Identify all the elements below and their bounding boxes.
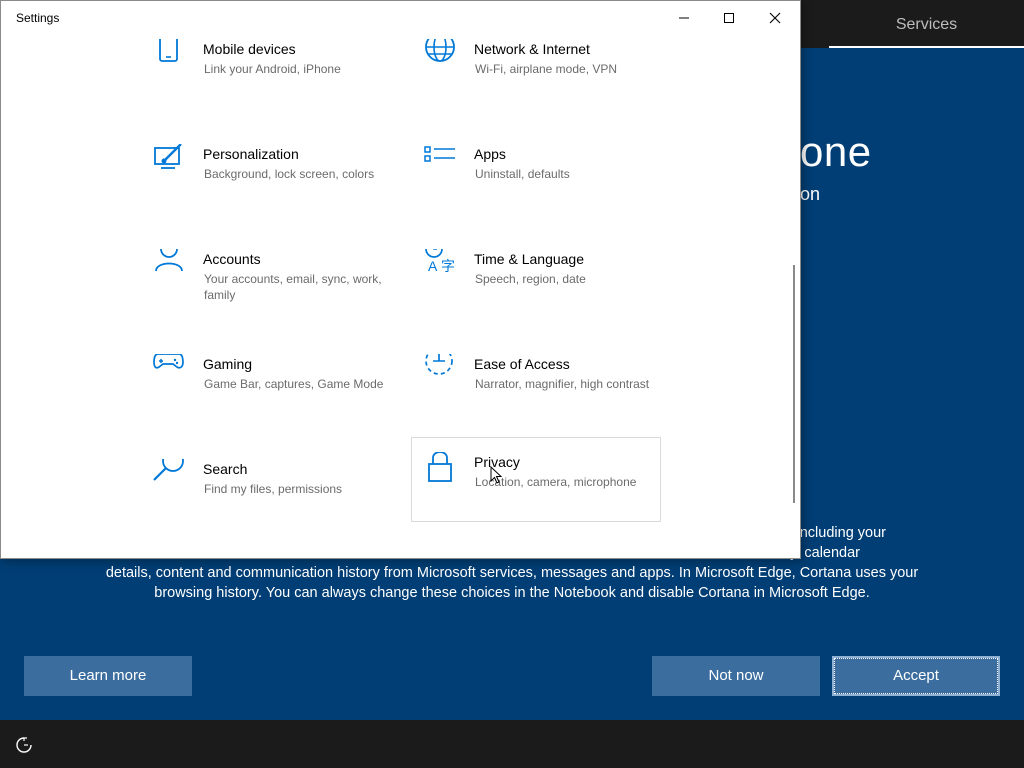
oobe-subheading: on	[800, 184, 821, 204]
tile-description: Background, lock screen, colors	[204, 167, 375, 181]
gamepad-icon	[153, 354, 184, 369]
tile-description: Your accounts, email, sync, work, family	[204, 272, 382, 302]
time-language-icon: A 字	[425, 249, 455, 274]
title-bar[interactable]: Settings	[1, 1, 800, 35]
ease-of-access-icon[interactable]	[14, 735, 34, 755]
globe-icon	[425, 39, 455, 62]
lock-icon	[428, 452, 452, 482]
tile-ease-of-access[interactable]: Ease of Access Narrator, magnifier, high…	[424, 354, 674, 438]
tile-label: Mobile devices	[203, 41, 296, 57]
paint-brush-icon	[154, 144, 182, 169]
tile-description: Link your Android, iPhone	[204, 62, 341, 76]
search-icon	[153, 459, 184, 481]
settings-window: Settings Mobile devices Link your Androi…	[0, 0, 801, 559]
svg-text:A: A	[428, 258, 438, 274]
svg-text:字: 字	[441, 258, 455, 274]
tile-label: Gaming	[203, 356, 253, 372]
tile-network-internet[interactable]: Network & Internet Wi-Fi, airplane mode,…	[424, 39, 674, 123]
tile-mobile-devices[interactable]: Mobile devices Link your Android, iPhone	[153, 39, 403, 123]
tile-label: Time & Language	[474, 251, 584, 267]
tile-description: Game Bar, captures, Game Mode	[204, 377, 384, 391]
tile-search[interactable]: Search Find my files, permissions	[153, 459, 403, 543]
maximize-icon	[724, 13, 734, 23]
oobe-text-line-4: browsing history. You can always change …	[154, 585, 870, 601]
tile-label: Network & Internet	[474, 41, 590, 57]
tile-time-language[interactable]: A 字 Time & Language Speech, region, date	[424, 249, 674, 333]
tile-gaming[interactable]: Gaming Game Bar, captures, Game Mode	[153, 354, 403, 438]
close-icon	[769, 12, 781, 24]
tile-description: Wi-Fi, airplane mode, VPN	[475, 62, 618, 76]
ease-of-access-icon	[425, 354, 453, 375]
tile-description: Speech, region, date	[475, 272, 586, 286]
oobe-text-line-3: details, content and communication histo…	[105, 565, 919, 581]
tile-label: Apps	[474, 146, 506, 162]
apps-list-icon	[424, 146, 455, 162]
tile-label: Accounts	[203, 251, 261, 267]
tile-privacy[interactable]: Privacy Location, camera, microphone	[411, 437, 661, 522]
maximize-button[interactable]	[706, 1, 752, 35]
tile-description: Narrator, magnifier, high contrast	[475, 377, 650, 391]
minimize-button[interactable]	[661, 1, 707, 35]
window-title: Settings	[16, 11, 60, 25]
tab-services[interactable]: Services	[829, 0, 1024, 48]
tile-description: Uninstall, defaults	[475, 167, 570, 181]
tile-label: Personalization	[203, 146, 299, 162]
not-now-button[interactable]: Not now	[652, 656, 820, 696]
tile-description: Find my files, permissions	[204, 482, 343, 496]
person-icon	[155, 249, 183, 272]
phone-icon	[159, 39, 178, 62]
mouse-cursor-icon	[490, 466, 503, 484]
tile-label: Ease of Access	[474, 356, 570, 372]
oobe-bottom-bar	[0, 720, 1024, 768]
tile-label: Search	[203, 461, 248, 477]
minimize-icon	[679, 17, 689, 19]
learn-more-button[interactable]: Learn more	[24, 656, 192, 696]
tile-apps[interactable]: Apps Uninstall, defaults	[424, 144, 674, 228]
scrollbar-thumb[interactable]	[793, 265, 795, 503]
tile-personalization[interactable]: Personalization Background, lock screen,…	[153, 144, 403, 228]
oobe-heading: one	[800, 128, 872, 175]
tile-accounts[interactable]: Accounts Your accounts, email, sync, wor…	[153, 249, 403, 333]
close-button[interactable]	[752, 1, 798, 35]
accept-button[interactable]: Accept	[832, 656, 1000, 696]
